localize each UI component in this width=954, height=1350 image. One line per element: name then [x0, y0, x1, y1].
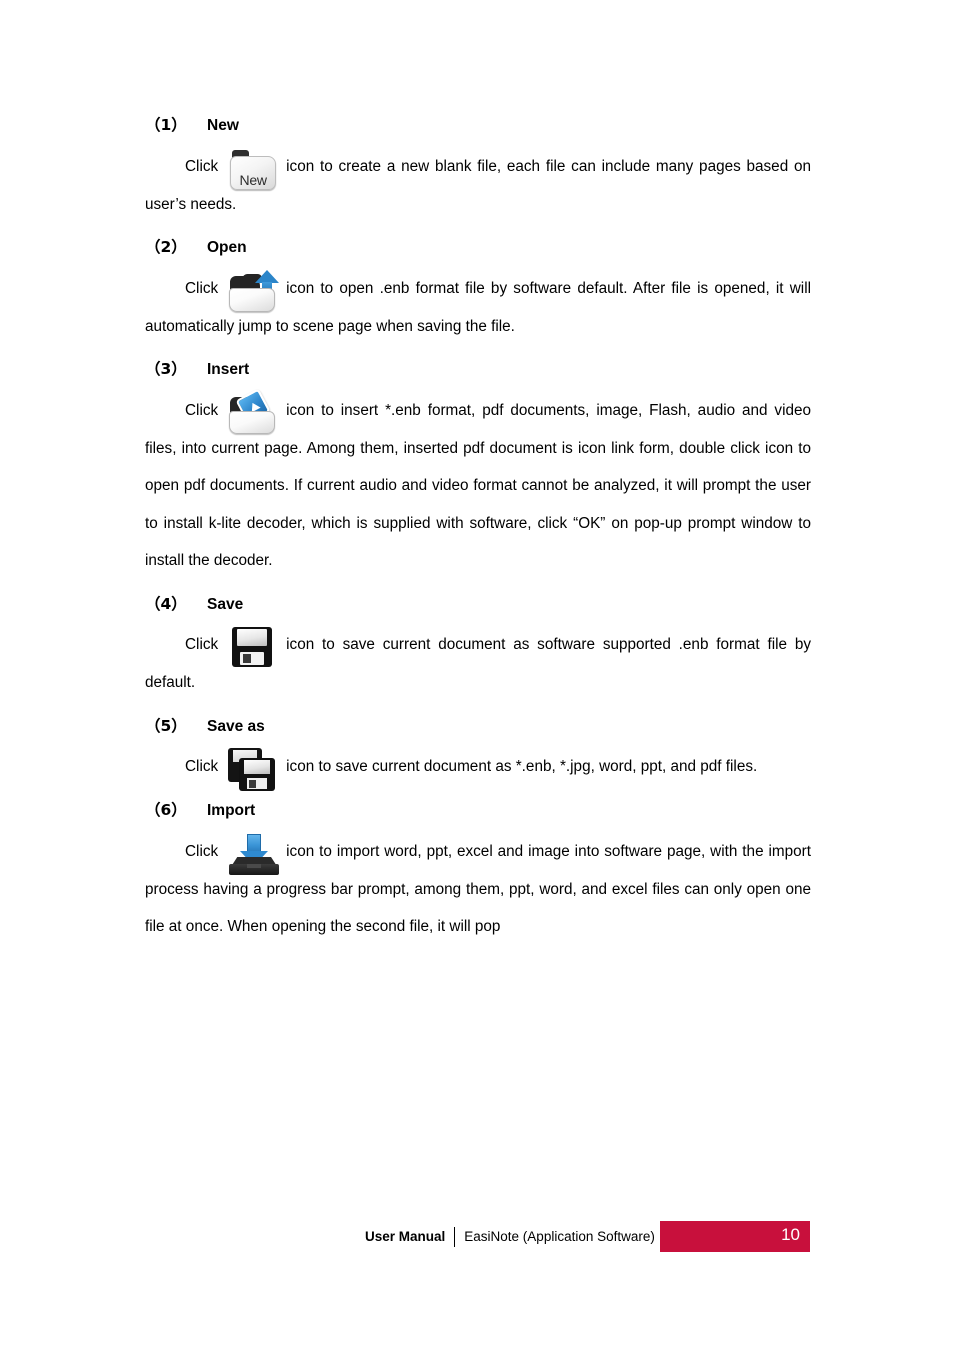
click-word: Click [185, 157, 219, 175]
document-page: （1） New Click New icon to create a new bla… [0, 0, 954, 1350]
section-title: Save as [207, 717, 265, 735]
footer-label: User Manual [365, 1229, 446, 1244]
footer-subtitle: EasiNote (Application Software) [464, 1229, 655, 1244]
section-paragraph-save: Click icon to save current document as so… [145, 626, 811, 702]
section-marker: （1） [145, 116, 187, 134]
section-heading-import: （6） Import [145, 801, 811, 819]
page-number-badge: 10 [660, 1221, 810, 1252]
section-heading-save-as: （5） Save as [145, 716, 811, 735]
section-title: New [207, 117, 239, 134]
click-word: Click [185, 401, 219, 419]
section-title: Open [207, 239, 247, 256]
click-word: Click [185, 842, 219, 860]
section-marker: （3） [145, 360, 187, 378]
document-content: （1） New Click New icon to create a new bla… [145, 116, 811, 946]
new-folder-icon[interactable]: New [226, 148, 282, 192]
floppy-disk-icon[interactable] [226, 626, 282, 670]
section-paragraph-open: Click icon to open .enb format file by so… [145, 269, 811, 346]
section-heading-insert: （3） Insert [145, 360, 811, 378]
page-footer: User Manual EasiNote (Application Softwa… [0, 1220, 954, 1260]
insert-folder-icon[interactable] [226, 387, 282, 436]
section-title: Import [207, 802, 256, 819]
click-word: Click [185, 758, 219, 776]
section-heading-open: （2） Open [145, 238, 811, 256]
section-paragraph-insert: Click icon to insert *.enb format, pdf do… [145, 387, 811, 580]
section-paragraph-save-as: Click icon to save current document as *.… [145, 748, 811, 791]
section-marker: （4） [145, 594, 187, 613]
section-paragraph-import: Click icon to import word, ppt, excel and… [145, 833, 811, 946]
click-word: Click [185, 636, 219, 654]
import-arrow-tray-icon[interactable] [226, 833, 282, 877]
section-marker: （2） [145, 238, 187, 256]
section-body-text: icon to save current document as *.enb, … [286, 758, 758, 776]
section-heading-new: （1） New [145, 116, 811, 134]
section-heading-save: （4） Save [145, 594, 811, 613]
section-title: Save [207, 595, 244, 613]
floppy-disk-stack-icon[interactable] [226, 748, 282, 792]
section-marker: （6） [145, 801, 187, 819]
click-word: Click [185, 279, 219, 297]
page-number: 10 [781, 1225, 800, 1244]
open-folder-icon[interactable] [226, 269, 282, 314]
section-title: Insert [207, 361, 250, 378]
footer-text-group: User Manual EasiNote (Application Softwa… [365, 1220, 655, 1253]
section-marker: （5） [145, 716, 187, 735]
section-paragraph-new: Click New icon to create a new blank file,… [145, 148, 811, 224]
footer-separator [454, 1226, 456, 1247]
new-folder-icon-label: New [239, 171, 267, 188]
